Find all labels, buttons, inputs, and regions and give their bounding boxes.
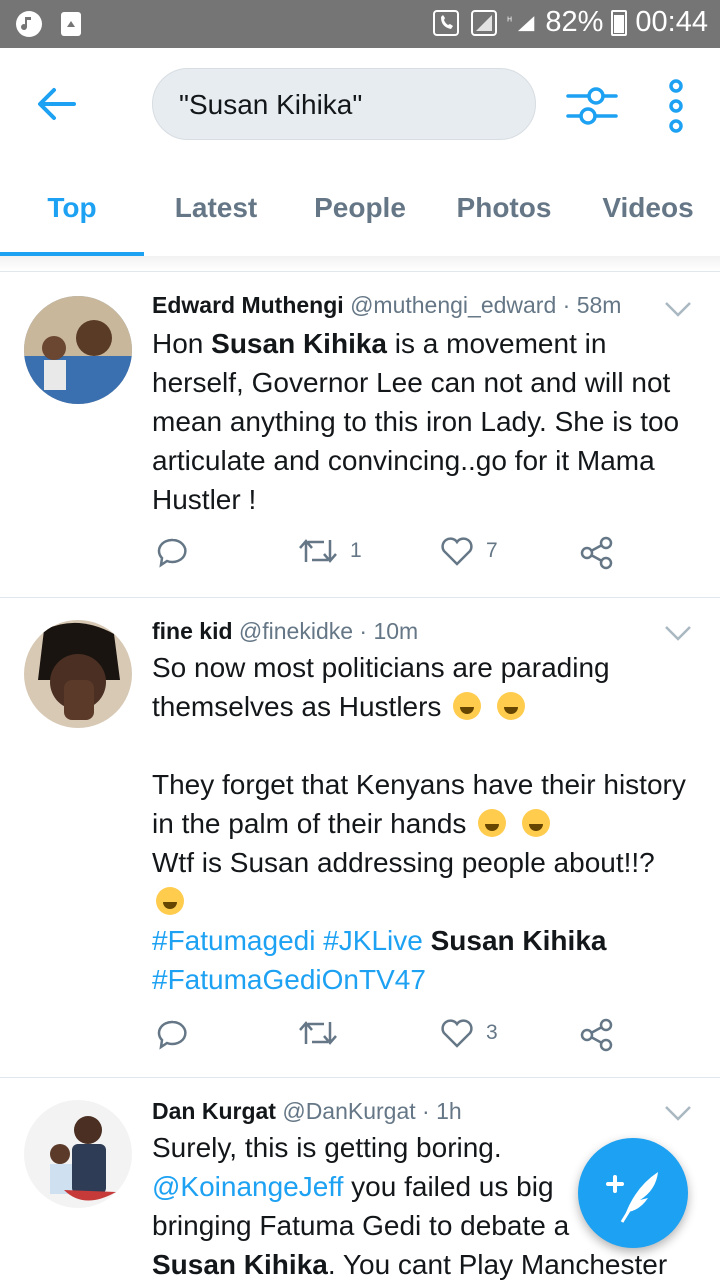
tweet-time: · 1h xyxy=(422,1098,462,1124)
like-count: 3 xyxy=(486,1021,498,1044)
hashtag-link[interactable]: #FatumaGediOnTV47 xyxy=(152,964,426,995)
chevron-down-icon[interactable] xyxy=(664,1104,692,1122)
status-bar: H 82% 00:44 xyxy=(0,0,720,48)
search-term-highlight: Susan Kihika xyxy=(430,925,607,956)
heart-icon xyxy=(441,537,473,566)
reply-icon[interactable] xyxy=(156,536,190,570)
signal-icon xyxy=(469,8,499,38)
retweet-icon xyxy=(299,1021,337,1045)
retweet-icon xyxy=(299,539,337,563)
tweet[interactable]: fine kid @finekidke · 10m So now most po… xyxy=(0,598,720,1078)
search-tabs: Top Latest People Photos Videos xyxy=(0,160,720,256)
tweet-time: · 58m xyxy=(562,292,622,318)
retweet-count: 1 xyxy=(350,539,362,562)
mention-link[interactable]: @KoinangeJeff xyxy=(152,1171,343,1202)
avatar[interactable] xyxy=(24,1100,132,1208)
tweet-header: Dan Kurgat @DanKurgat · 1h xyxy=(152,1098,462,1125)
tweet-text-part: you failed us big xyxy=(343,1171,554,1202)
tab-latest[interactable]: Latest xyxy=(144,160,288,256)
search-filter-icon[interactable] xyxy=(566,82,618,130)
search-term-highlight: Susan Kihika xyxy=(152,1249,328,1280)
joy-emoji-icon xyxy=(453,692,482,720)
reply-icon[interactable] xyxy=(156,1018,190,1052)
tab-photos[interactable]: Photos xyxy=(432,160,576,256)
joy-emoji-icon xyxy=(521,809,550,837)
back-arrow-icon[interactable] xyxy=(34,82,78,126)
chevron-down-icon[interactable] xyxy=(664,300,692,318)
compose-feather-icon xyxy=(606,1172,658,1223)
tabs-divider xyxy=(0,256,720,272)
tweet-text-part: Wtf is Susan addressing people about!!? xyxy=(152,847,655,878)
like-count: 7 xyxy=(486,539,498,562)
avatar[interactable] xyxy=(24,620,132,728)
tab-top[interactable]: Top xyxy=(0,160,144,256)
author-handle[interactable]: @DanKurgat xyxy=(282,1098,415,1124)
battery-icon xyxy=(611,9,628,36)
tweet-text-part: So now most politicians are parading the… xyxy=(152,652,610,722)
tweet[interactable]: Edward Muthengi @muthengi_edward · 58m H… xyxy=(0,272,720,598)
tweet-text-part: Hon xyxy=(152,328,212,359)
tweet-text-part: bringing Fatuma Gedi to debate a xyxy=(152,1210,570,1241)
hspa-signal-icon: H xyxy=(507,8,537,38)
tab-videos[interactable]: Videos xyxy=(576,160,720,256)
retweet-button[interactable] xyxy=(298,1018,350,1048)
author-handle[interactable]: @finekidke xyxy=(239,618,353,644)
tweet-time: · 10m xyxy=(359,618,419,644)
tab-people[interactable]: People xyxy=(288,160,432,256)
svg-text:H: H xyxy=(507,15,512,23)
joy-emoji-icon xyxy=(478,809,507,837)
tweet-actions: 3 xyxy=(152,1018,632,1058)
share-icon[interactable] xyxy=(580,536,614,570)
tweet-header: Edward Muthengi @muthengi_edward · 58m xyxy=(152,292,621,319)
tweet-text-part: They forget that Kenyans have their hist… xyxy=(152,769,686,839)
hashtag-link[interactable]: #Fatumagedi xyxy=(152,925,315,956)
like-button[interactable]: 3 xyxy=(440,1018,498,1048)
call-icon xyxy=(431,8,461,38)
joy-emoji-icon xyxy=(497,692,525,720)
hashtag-link[interactable]: #JKLive xyxy=(323,925,423,956)
author-name[interactable]: Dan Kurgat xyxy=(152,1098,276,1124)
chevron-down-icon[interactable] xyxy=(664,624,692,642)
avatar[interactable] xyxy=(24,296,132,404)
tweet-text: So now most politicians are parading the… xyxy=(152,648,700,999)
tweet-header: fine kid @finekidke · 10m xyxy=(152,618,418,645)
heart-icon xyxy=(441,1019,473,1048)
tweet-text-part: . You cant Play Manchester xyxy=(327,1249,668,1280)
more-options-icon[interactable] xyxy=(662,78,690,134)
search-toolbar: "Susan Kihika" xyxy=(0,48,720,160)
share-icon[interactable] xyxy=(580,1018,614,1052)
grin-emoji-icon xyxy=(156,887,184,915)
music-notification-icon xyxy=(14,9,44,39)
compose-tweet-button[interactable] xyxy=(578,1138,688,1248)
clock: 00:44 xyxy=(635,6,708,38)
author-name[interactable]: Edward Muthengi xyxy=(152,292,344,318)
tweet-text: Hon Susan Kihika is a movement in hersel… xyxy=(152,324,700,519)
like-button[interactable]: 7 xyxy=(440,536,498,566)
author-handle[interactable]: @muthengi_edward xyxy=(350,292,556,318)
tweet-text-part: Surely, this is getting boring. xyxy=(152,1132,502,1163)
tweet-actions: 1 7 xyxy=(152,536,632,576)
search-input[interactable]: "Susan Kihika" xyxy=(152,68,536,140)
recycle-notification-icon xyxy=(56,9,86,39)
search-term-highlight: Susan Kihika xyxy=(211,328,387,359)
retweet-button[interactable]: 1 xyxy=(298,536,362,566)
battery-percent: 82% xyxy=(545,6,604,38)
author-name[interactable]: fine kid xyxy=(152,618,233,644)
